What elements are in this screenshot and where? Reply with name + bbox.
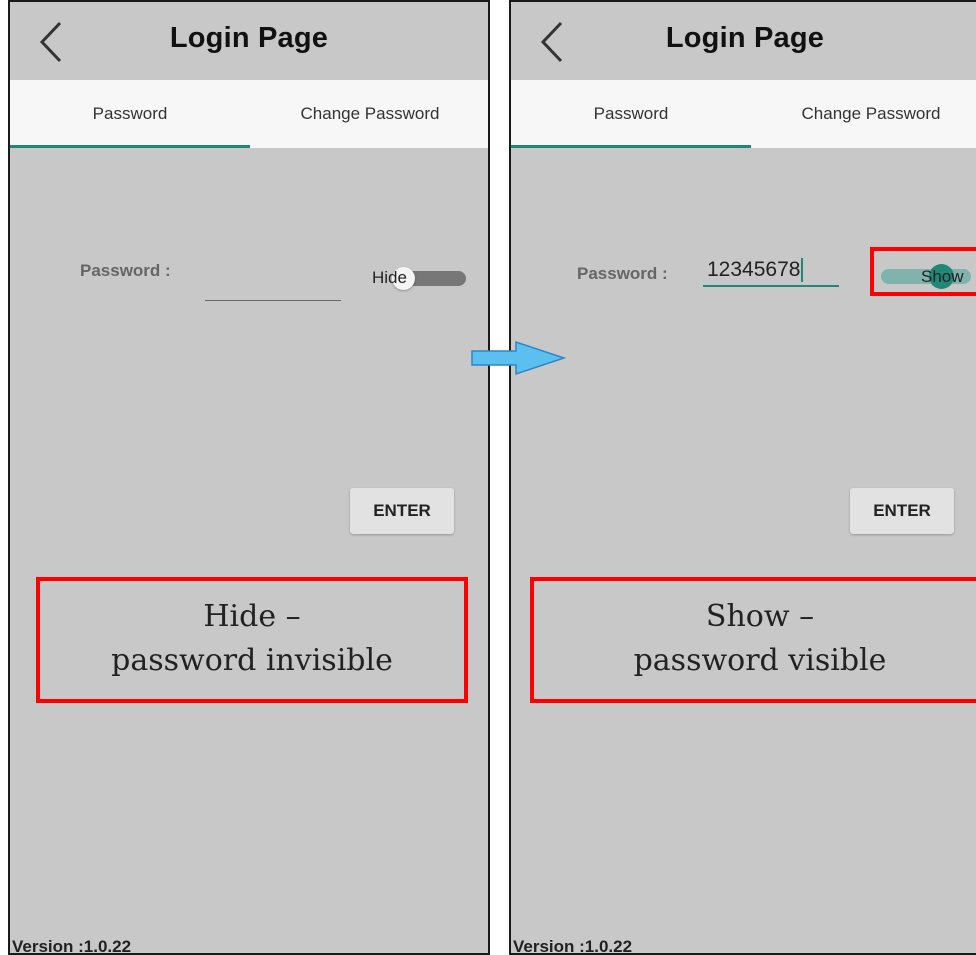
callout-line1: Hide – [203, 599, 301, 634]
tab-indicator [10, 145, 250, 148]
page-title: Login Page [665, 22, 825, 54]
arrow-right-icon [471, 340, 566, 376]
password-field[interactable] [205, 269, 341, 301]
password-value: 12345678 [707, 258, 801, 281]
screen-hide-state: Login Page Password Change Password Pass… [8, 0, 490, 955]
tab-bar: Password Change Password [10, 80, 488, 148]
tab-password[interactable]: Password [511, 80, 751, 148]
tab-indicator [511, 145, 751, 148]
tab-password[interactable]: Password [10, 80, 250, 148]
tab-change-password[interactable]: Change Password [250, 80, 488, 148]
password-label: Password : [577, 264, 668, 283]
visibility-toggle[interactable]: Hide [368, 264, 468, 294]
page-title: Login Page [169, 22, 329, 54]
toggle-highlight-box [870, 247, 976, 296]
callout-line2: password invisible [111, 643, 393, 678]
tab-bar: Password Change Password [511, 80, 976, 148]
app-header: Login Page [10, 2, 488, 80]
screen-show-state: Login Page Password Change Password Pass… [509, 0, 976, 955]
callout-line1: Show – [705, 599, 815, 634]
version-label: Version :1.0.22 [513, 937, 633, 955]
enter-button[interactable]: ENTER [350, 488, 454, 534]
enter-button[interactable]: ENTER [850, 488, 954, 534]
callout-hide: Hide – password invisible [36, 577, 468, 703]
version-label: Version :1.0.22 [12, 937, 132, 955]
text-caret [801, 258, 804, 283]
toggle-label: Hide [372, 268, 407, 287]
password-field[interactable]: 12345678 [703, 255, 839, 287]
app-header: Login Page [511, 2, 976, 80]
callout-line2: password visible [633, 643, 887, 678]
password-label: Password : [80, 261, 171, 280]
tab-change-password[interactable]: Change Password [751, 80, 976, 148]
callout-show: Show – password visible [530, 577, 976, 703]
